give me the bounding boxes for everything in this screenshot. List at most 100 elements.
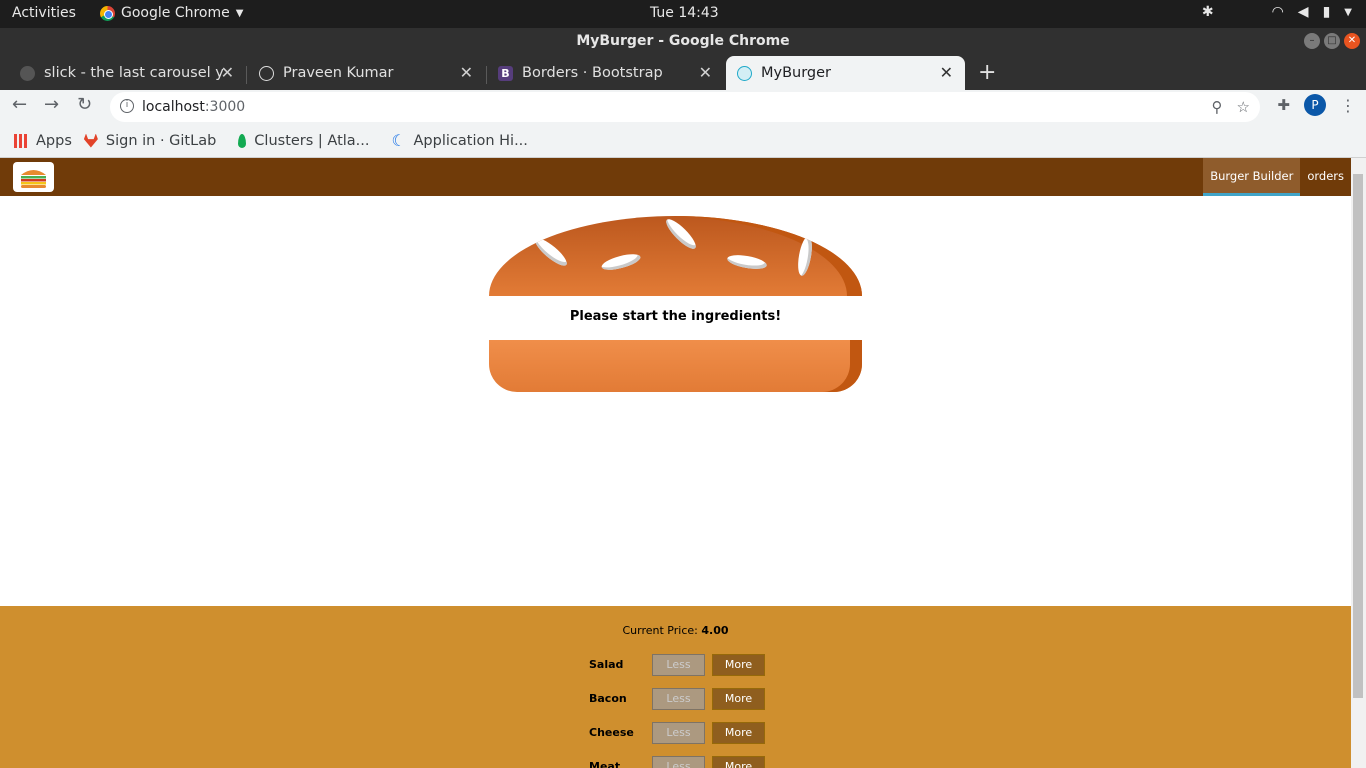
caret-down-icon: ▼ <box>1344 6 1352 18</box>
gitlab-icon <box>83 133 98 148</box>
price-value: 4.00 <box>701 624 729 637</box>
nav-orders[interactable]: orders <box>1300 158 1351 196</box>
tab-title: Borders · Bootstrap <box>522 65 663 81</box>
chrome-icon <box>100 5 115 21</box>
less-salad-button[interactable]: Less <box>652 654 705 676</box>
more-meat-button[interactable]: More <box>712 756 765 768</box>
mongodb-leaf-icon <box>238 133 247 148</box>
seed <box>795 235 815 277</box>
bookmark-application-history[interactable]: ☾ Application Hi... <box>391 130 528 150</box>
app-menu-label: Google Chrome <box>121 5 230 21</box>
more-salad-button[interactable]: More <box>712 654 765 676</box>
new-tab-button[interactable]: + <box>978 60 996 85</box>
bookmark-atlas[interactable]: Clusters | Atla... <box>238 132 370 149</box>
less-bacon-button[interactable]: Less <box>652 688 705 710</box>
scrollbar-thumb[interactable] <box>1353 174 1363 698</box>
forward-icon[interactable]: → <box>44 94 59 115</box>
tab-myburger[interactable]: MyBurger ✕ <box>726 56 965 90</box>
back-icon[interactable]: ← <box>12 94 27 115</box>
nav-links: Burger Builder orders <box>1203 158 1351 196</box>
reload-icon[interactable]: ↻ <box>77 94 92 115</box>
tab-title: MyBurger <box>761 65 832 81</box>
apps-grid-icon <box>14 133 28 148</box>
control-cheese: Cheese Less More <box>589 722 789 744</box>
address-bar[interactable]: i localhost:3000 ⚲ ☆ <box>110 92 1260 122</box>
seed <box>662 216 700 253</box>
bootstrap-icon: B <box>498 66 513 81</box>
less-cheese-button[interactable]: Less <box>652 722 705 744</box>
bookmark-gitlab[interactable]: Sign in · GitLab <box>83 132 217 149</box>
close-tab-icon[interactable]: ✕ <box>221 56 234 90</box>
minimize-icon[interactable]: – <box>1304 33 1320 49</box>
burger-logo-icon <box>21 170 46 188</box>
tab-slick[interactable]: slick - the last carousel you ✕ <box>0 56 246 90</box>
close-tab-icon[interactable]: ✕ <box>460 56 473 90</box>
bookmark-label: Clusters | Atla... <box>254 132 370 149</box>
window-title: MyBurger - Google Chrome <box>0 28 1366 54</box>
control-label: Meat <box>589 760 621 768</box>
bookmark-label: Application Hi... <box>413 132 528 149</box>
empty-burger-message: Please start the ingredients! <box>569 309 782 324</box>
browser-toolbar: ← → ↻ i localhost:3000 ⚲ ☆ ✚ P ⋮ <box>0 90 1366 124</box>
control-bacon: Bacon Less More <box>589 688 789 710</box>
burger-preview: Please start the ingredients! <box>0 196 1351 606</box>
seed <box>726 252 768 272</box>
nav-burger-builder[interactable]: Burger Builder <box>1203 158 1301 196</box>
menu-kebab-icon[interactable]: ⋮ <box>1340 96 1356 115</box>
seed <box>600 251 642 273</box>
page-scrollbar[interactable] <box>1351 158 1366 768</box>
seed <box>531 234 571 270</box>
info-icon[interactable]: i <box>120 99 134 113</box>
more-cheese-button[interactable]: More <box>712 722 765 744</box>
extensions-icon[interactable]: ✚ <box>1277 96 1290 114</box>
activities-button[interactable]: Activities <box>12 5 76 21</box>
zoom-icon[interactable]: ⚲ <box>1212 92 1223 122</box>
window-controls: – □ ✕ <box>1304 33 1360 49</box>
bread-top <box>489 216 862 296</box>
globe-icon <box>259 66 274 81</box>
caret-down-icon: ▼ <box>235 7 244 19</box>
bookmarks-bar: Apps Sign in · GitLab Clusters | Atla...… <box>0 124 1366 158</box>
react-icon <box>737 66 752 81</box>
tab-bootstrap-borders[interactable]: B Borders · Bootstrap ✕ <box>478 56 724 90</box>
web-page: Burger Builder orders Please start the i… <box>0 158 1351 768</box>
system-top-bar: Activities Google Chrome ▼ Tue 14:43 ✱ ◠… <box>0 0 1366 28</box>
slack-icon[interactable]: ✱ <box>1202 4 1214 20</box>
url-host: localhost <box>142 99 205 115</box>
app-menu[interactable]: Google Chrome ▼ <box>100 5 243 21</box>
url-port: :3000 <box>204 99 246 115</box>
bookmark-star-icon[interactable]: ☆ <box>1237 92 1250 122</box>
more-bacon-button[interactable]: More <box>712 688 765 710</box>
volume-icon: ◀ <box>1297 4 1309 20</box>
price-label: Current Price: <box>622 624 698 637</box>
tab-strip: slick - the last carousel you ✕ Praveen … <box>0 54 1366 90</box>
wifi-icon: ◠ <box>1271 4 1284 20</box>
close-window-icon[interactable]: ✕ <box>1344 33 1360 49</box>
less-meat-button[interactable]: Less <box>652 756 705 768</box>
control-label: Bacon <box>589 692 627 705</box>
bookmark-label: Apps <box>36 132 72 149</box>
close-tab-icon[interactable]: ✕ <box>699 56 712 90</box>
bookmark-label: Sign in · GitLab <box>105 132 217 149</box>
build-controls: Current Price: 4.00 Salad Less More Baco… <box>0 606 1351 768</box>
tab-title: slick - the last carousel you <box>44 65 224 81</box>
control-salad: Salad Less More <box>589 654 789 676</box>
current-price: Current Price: 4.00 <box>0 624 1351 637</box>
maximize-icon[interactable]: □ <box>1324 33 1340 49</box>
profile-avatar[interactable]: P <box>1304 94 1326 116</box>
bread-bottom <box>489 340 862 392</box>
tab-title: Praveen Kumar <box>283 65 394 81</box>
app-history-icon: ☾ <box>391 130 406 150</box>
bookmark-apps[interactable]: Apps <box>14 133 72 149</box>
app-navbar: Burger Builder orders <box>0 158 1351 196</box>
tab-praveen-kumar[interactable]: Praveen Kumar ✕ <box>239 56 485 90</box>
globe-icon <box>20 66 35 81</box>
control-label: Cheese <box>589 726 634 739</box>
battery-icon: ▮ <box>1322 4 1331 20</box>
close-tab-icon[interactable]: ✕ <box>940 56 953 90</box>
burger-logo[interactable] <box>13 162 54 192</box>
control-label: Salad <box>589 658 624 671</box>
clock[interactable]: Tue 14:43 <box>650 5 719 21</box>
system-tray[interactable]: ✱ ◠ ◀ ▮ ▼ <box>1202 4 1352 20</box>
control-meat: Meat Less More <box>589 756 789 768</box>
